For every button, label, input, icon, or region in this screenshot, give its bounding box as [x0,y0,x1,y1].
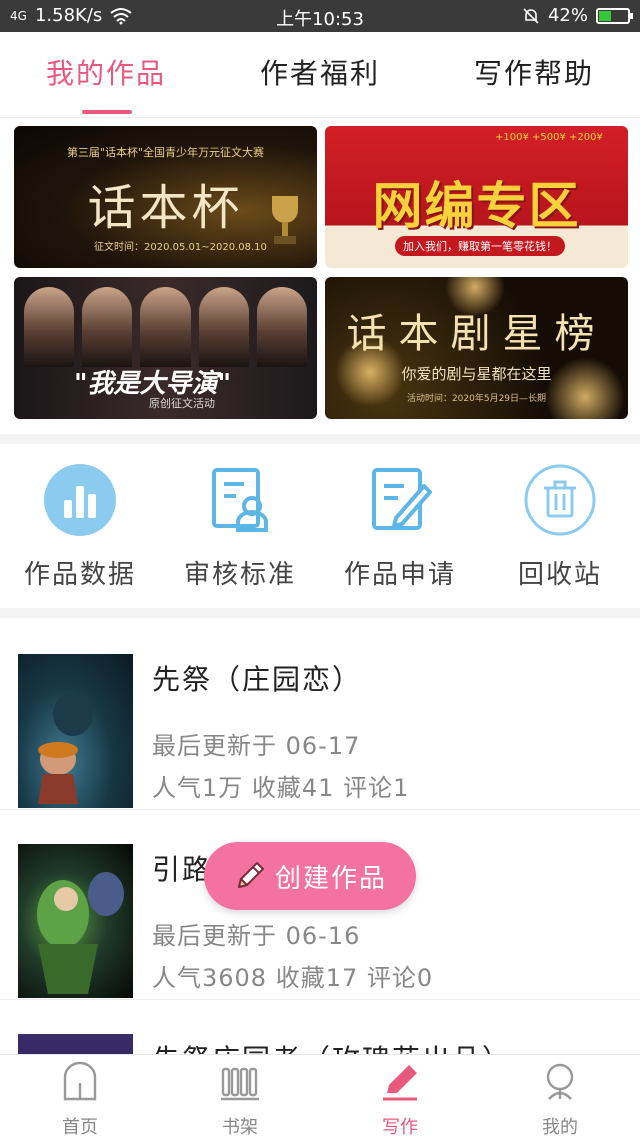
action-work-application[interactable]: 作品申请 [320,464,480,591]
work-title: 先祭（庄园恋） [152,663,363,696]
nav-label: 写作 [382,1117,418,1138]
banner-date: 征文时间：2020.05.01~2020.08.10 [94,242,267,253]
works-list: 先祭（庄园恋） 最后更新于 06-17 人气1万 收藏41 评论1 引路灯（先祭… [0,620,640,1054]
work-title: 先祭庄园者（玫瑰花出品） [152,1038,512,1054]
banner-huaben-cup[interactable]: 第三届"话本杯"全国青少年万元征文大赛 话本杯 征文时间：2020.05.01~… [14,126,317,268]
nav-label: 书架 [222,1117,258,1138]
banner-subtitle: 你爱的剧与星都在这里 [401,365,552,383]
banner-star-ranking[interactable]: 话本剧星榜 你爱的剧与星都在这里 活动时间：2020年5月29日—长期 [325,277,628,419]
mute-bell-icon [523,7,539,24]
section-divider [0,434,640,444]
top-tabs: 我的作品 作者福利 写作帮助 [0,32,640,118]
banner-subtitle: 原创征文活动 [149,397,215,410]
tab-my-works[interactable]: 我的作品 [6,52,206,92]
banner-title: 网编专区 [372,177,581,235]
work-stats: 人气1万 收藏41 评论1 [152,774,410,802]
status-bar: 4G 1.58K/s 上午10:53 42% [0,0,640,32]
work-cover [18,844,133,998]
action-label: 作品数据 [23,560,136,590]
work-updated: 最后更新于 06-16 [152,922,361,950]
work-cover [18,654,133,808]
trophy-icon [272,196,298,244]
profile-icon [546,1063,574,1100]
banner-subtitle: 第三届"话本杯"全国青少年万元征文大赛 [66,146,265,159]
action-work-data[interactable]: 作品数据 [0,464,160,591]
create-work-label: 创建作品 [274,863,387,894]
trash-icon [524,464,596,536]
tab-writing-help[interactable]: 写作帮助 [434,52,634,92]
list-item[interactable]: 先祭庄园者（玫瑰花出品） [0,1000,640,1054]
work-updated: 最后更新于 06-17 [152,732,361,760]
bottom-nav: 首页 书架 写作 我的 [0,1054,640,1138]
banner-people [24,287,308,367]
pen-icon [383,1065,417,1101]
home-icon [63,1061,97,1101]
nav-label: 我的 [542,1117,578,1138]
nav-profile[interactable]: 我的 [480,1061,640,1138]
nav-writing[interactable]: 写作 [320,1061,480,1138]
battery-percent: 42% [547,5,588,26]
banner-title: 话本剧星榜 [346,311,607,357]
tab-author-benefits[interactable]: 作者福利 [220,52,420,92]
banner-editor-zone[interactable]: +100¥ +500¥ +200¥ 网编专区 加入我们，赚取第一笔零花钱！ [325,126,628,268]
work-stats: 人气3608 收藏17 评论0 [152,964,434,992]
banner-grid: 第三届"话本杯"全国青少年万元征文大赛 话本杯 征文时间：2020.05.01~… [14,126,628,420]
section-divider [0,608,640,618]
review-doc-icon [212,468,268,532]
pencil-icon [237,862,264,888]
nav-home[interactable]: 首页 [0,1061,160,1138]
action-label: 回收站 [517,560,602,590]
list-item[interactable]: 先祭（庄园恋） 最后更新于 06-17 人气1万 收藏41 评论1 [0,620,640,810]
banner-director[interactable]: "我是大导演" 原创征文活动 [14,277,317,419]
action-recycle-bin[interactable]: 回收站 [480,464,640,591]
action-review-standard[interactable]: 审核标准 [160,464,320,591]
bookshelf-icon [221,1067,259,1101]
quick-actions: 作品数据 审核标准 作品申请 回收站 [0,446,640,608]
bar-chart-icon [44,464,116,536]
banner-money: +100¥ +500¥ +200¥ [495,132,603,143]
action-label: 审核标准 [183,560,296,590]
action-label: 作品申请 [343,560,456,590]
battery-fill [599,10,611,21]
battery-icon [596,7,633,24]
work-cover [18,1034,133,1054]
banner-date: 活动时间：2020年5月29日—长期 [406,394,547,404]
nav-label: 首页 [62,1117,98,1138]
banner-strip: 加入我们，赚取第一笔零花钱！ [395,236,565,256]
create-work-button[interactable]: 创建作品 [204,842,416,910]
edit-doc-icon [372,468,432,530]
tab-underline [82,110,132,114]
nav-bookshelf[interactable]: 书架 [160,1061,320,1138]
